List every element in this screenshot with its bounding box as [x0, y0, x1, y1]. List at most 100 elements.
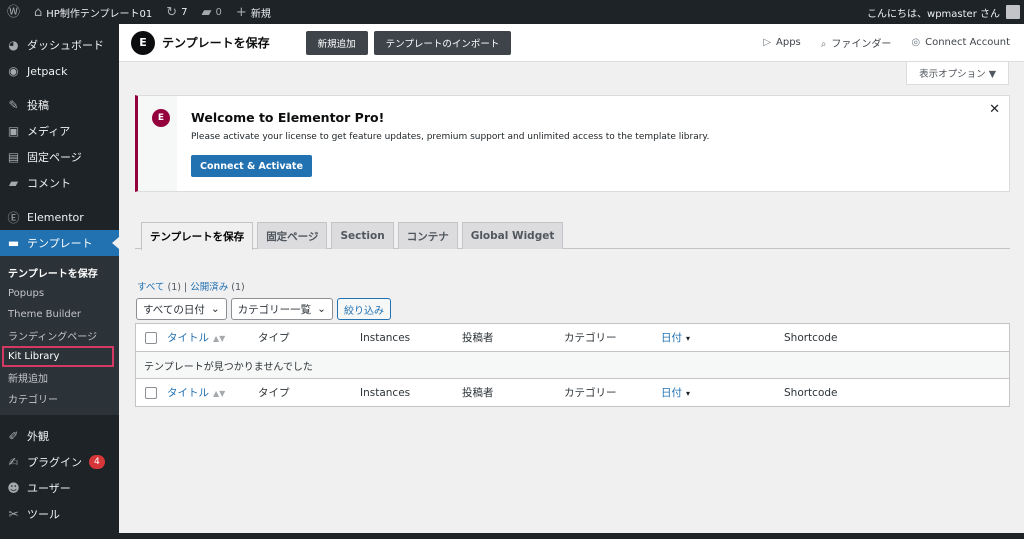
- submenu-item[interactable]: Popups: [0, 283, 119, 304]
- category-filter-select[interactable]: カテゴリー一覧 ⌄: [230, 298, 333, 320]
- sidebar-item-label: ツール: [27, 508, 60, 521]
- submenu-item[interactable]: Kit Library: [2, 346, 114, 367]
- sidebar-item-label: メディア: [27, 125, 71, 138]
- sidebar-item-label: Elementor: [27, 210, 84, 224]
- add-new-button[interactable]: 新規追加: [305, 30, 368, 55]
- column-instances-footer: Instances: [360, 386, 411, 399]
- view-all-label: すべて: [137, 282, 165, 293]
- sidebar-item[interactable]: ◕ ダッシュボード: [0, 32, 119, 58]
- column-date-label: 日付: [661, 332, 682, 344]
- submenu-item[interactable]: ランディングページ: [0, 325, 119, 346]
- tab-item[interactable]: コンテナ: [397, 222, 458, 249]
- connect-activate-button[interactable]: Connect & Activate: [191, 155, 312, 177]
- sidebar-item-elementor[interactable]: Ⓔ Elementor: [0, 204, 119, 230]
- new-content-link[interactable]: + 新規: [229, 0, 278, 24]
- admin-sidebar: ◕ ダッシュボード ◉ Jetpack ✎ 投稿 ▣ メディア ▤ 固定ページ ▰ コメント Ⓔ E…: [0, 24, 119, 539]
- finder-link[interactable]: ⌕ ファインダー: [821, 35, 892, 50]
- sidebar-item[interactable]: ✎ 投稿: [0, 92, 119, 118]
- column-date[interactable]: 日付 ▾: [661, 330, 690, 345]
- apps-link[interactable]: ▷ Apps: [763, 37, 800, 48]
- column-title-footer[interactable]: タイトル ▲▼: [167, 385, 225, 400]
- updates-link[interactable]: ↻ 7: [159, 0, 194, 24]
- tab-item[interactable]: Global Widget: [461, 222, 564, 249]
- pin-icon: ✎: [8, 98, 19, 112]
- select-all-checkbox-footer[interactable]: [145, 386, 157, 399]
- dashboard-icon: ◕: [8, 38, 19, 52]
- no-items-row: テンプレートが見つかりませんでした: [136, 352, 1009, 378]
- jetpack-icon: ◉: [8, 64, 19, 78]
- tab-item[interactable]: テンプレートを保存: [141, 222, 254, 250]
- folder-icon: ▬: [7, 236, 20, 250]
- templates-submenu: テンプレートを保存 Popups Theme Builder ランディングページ Kit…: [0, 256, 119, 415]
- chevron-down-icon: ⌄: [317, 303, 326, 315]
- comments-count: 0: [215, 6, 222, 18]
- view-published-count: (1): [231, 282, 245, 293]
- view-published-link[interactable]: 公開済み: [190, 282, 228, 293]
- sidebar-item-label: 外観: [27, 430, 49, 443]
- submenu-item[interactable]: カテゴリー: [0, 388, 119, 409]
- tools-icon: ✂: [8, 507, 19, 521]
- sidebar-item[interactable]: ▤ 固定ページ: [0, 144, 119, 170]
- comment-bubble-icon: ▰: [201, 4, 212, 20]
- tab-item[interactable]: 固定ページ: [257, 222, 328, 249]
- import-templates-button[interactable]: テンプレートのインポート: [373, 30, 512, 55]
- column-category-footer: カテゴリー: [564, 387, 617, 399]
- sidebar-item-label: プラグイン: [27, 456, 82, 469]
- submenu-item[interactable]: テンプレートを保存: [0, 262, 119, 283]
- column-date-footer[interactable]: 日付 ▾: [661, 385, 690, 400]
- site-name: HP制作テンプレート01: [46, 8, 153, 20]
- date-filter-select[interactable]: すべての日付 ⌄: [136, 298, 227, 320]
- submenu-item[interactable]: Theme Builder: [0, 304, 119, 325]
- sidebar-item[interactable]: ▰ コメント: [0, 170, 119, 196]
- filter-button[interactable]: 絞り込み: [336, 298, 391, 320]
- templates-table: タイトル ▲▼ タイプ Instances 投稿者 カテゴリー 日付 ▾ Short…: [135, 323, 1010, 407]
- sidebar-item-label: ユーザー: [27, 482, 71, 495]
- avatar: [1006, 5, 1020, 19]
- connect-account-link[interactable]: ◎ Connect Account: [911, 37, 1010, 48]
- sidebar-item[interactable]: ◉ Jetpack: [0, 58, 119, 84]
- notice-title: Welcome to Elementor Pro!: [191, 110, 385, 125]
- sidebar-item[interactable]: ✐ 外観: [0, 423, 119, 449]
- screen-options-button[interactable]: 表示オプション ▼: [906, 62, 1009, 85]
- update-count-badge: 4: [89, 455, 105, 469]
- table-filters: すべての日付 ⌄ カテゴリー一覧 ⌄ 絞り込み: [136, 298, 391, 320]
- sidebar-item-label: 投稿: [27, 99, 49, 112]
- elementor-logo-icon: E: [131, 30, 155, 55]
- finder-label: ファインダー: [831, 39, 892, 50]
- site-name-link[interactable]: ⌂ HP制作テンプレート01: [27, 0, 159, 24]
- sort-desc-icon: ▾: [686, 389, 691, 398]
- select-all-checkbox[interactable]: [145, 331, 157, 344]
- sidebar-item[interactable]: ☻ ユーザー: [0, 475, 119, 501]
- close-icon[interactable]: ✕: [989, 102, 1000, 117]
- sidebar-item-label: ダッシュボード: [27, 39, 104, 52]
- greeting: こんにちは、wpmaster さん: [867, 8, 1000, 20]
- submenu-item[interactable]: 新規追加: [0, 367, 119, 388]
- sidebar-item[interactable]: ▣ メディア: [0, 118, 119, 144]
- page-title: テンプレートを保存: [162, 36, 270, 50]
- sidebar-item-templates[interactable]: ▬ テンプレート: [0, 230, 119, 256]
- column-category: カテゴリー: [564, 332, 617, 344]
- elementor-top-bar: E テンプレートを保存 新規追加 テンプレートのインポート ▷ Apps ⌕ ファイ…: [119, 24, 1024, 62]
- wordpress-logo-icon[interactable]: Ⓦ: [0, 0, 27, 24]
- column-title[interactable]: タイトル ▲▼: [167, 330, 225, 345]
- view-published-label: 公開済み: [190, 282, 229, 293]
- column-date-label: 日付: [661, 387, 682, 399]
- sort-icon: ▲▼: [213, 334, 226, 343]
- tab-item[interactable]: Section: [331, 222, 394, 249]
- sidebar-item[interactable]: ✍ プラグイン 4: [0, 449, 119, 475]
- comments-link[interactable]: ▰ 0: [195, 0, 229, 24]
- elementor-icon: Ⓔ: [7, 210, 20, 225]
- comment-icon: ▰: [8, 176, 19, 190]
- sidebar-item-label: 固定ページ: [27, 151, 82, 164]
- new-label: 新規: [250, 8, 271, 20]
- chevron-down-icon: ⌄: [210, 303, 220, 315]
- column-type-footer: タイプ: [258, 387, 290, 399]
- my-account[interactable]: こんにちは、wpmaster さん: [867, 5, 1024, 20]
- sidebar-item-label: テンプレート: [27, 237, 93, 250]
- table-footer-row: タイトル ▲▼ タイプ Instances 投稿者 カテゴリー 日付 ▾ Short…: [136, 378, 1009, 406]
- column-shortcode: Shortcode: [784, 331, 838, 344]
- date-filter-value: すべての日付: [143, 303, 205, 316]
- view-all-link[interactable]: すべて: [137, 282, 164, 293]
- sidebar-item[interactable]: ✂ ツール: [0, 501, 119, 527]
- column-instances: Instances: [360, 331, 411, 344]
